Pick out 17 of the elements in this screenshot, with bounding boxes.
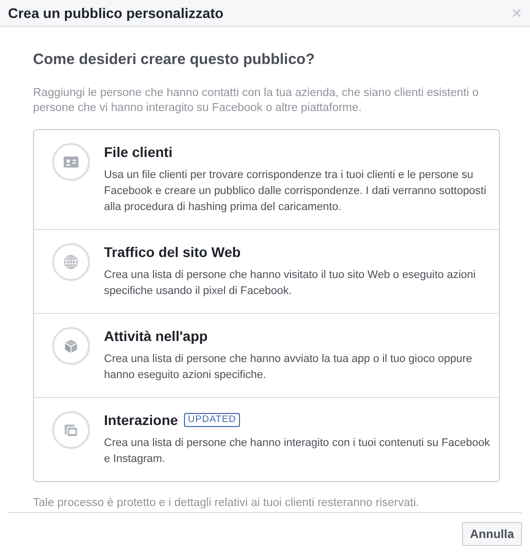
option-title: Interazione [104,410,178,430]
option-row[interactable]: Interazione UPDATED Crea una lista di persone che hanno interagito con i tuoi contenuti su Facebook e Instagram. [34,396,499,481]
option-title: Attività nell'app [104,326,208,346]
option-description: Crea una lista di persone che hanno avviato la tua app o il tuo gioco oppure hanno eseguito azioni specifiche. [104,352,474,383]
option-row[interactable]: Attività nell'app Crea una lista di persone che hanno avviato la tua app o il tuo gioco oppure hanno eseguito azioni specifiche. [34,312,499,397]
option-title: File clienti [104,142,172,162]
option-description: Crea una lista di persone che hanno visitato il tuo sito Web o eseguito azioni specifiche usando il pixel di Facebook. [104,268,477,299]
option-description: Usa un file clienti per trovare corrispondenze tra i tuoi clienti e le persone su Facebook e creare un pubblico dalle corrispondenze. I dati verranno sottoposti alla procedura di hashing prima del caricamento. [104,168,488,215]
updated-badge: UPDATED [184,413,240,428]
privacy-note: Tale processo è protetto e i dettagli relativi ai tuoi clienti resteranno riservati. [33,496,420,511]
cancel-button[interactable]: Annulla [462,522,522,546]
option-row[interactable]: Traffico del sito Web Crea una lista di persone che hanno visitato il tuo sito Web o eseguito azioni specifiche usando il pixel di Facebook. [34,228,499,313]
option-description: Crea una lista di persone che hanno interagito con i tuoi contenuti su Facebook e Instagram. [104,436,491,467]
option-title: Traffico del sito Web [104,242,241,262]
section-heading: Come desideri creare questo pubblico? [33,50,316,70]
dialog-title: Crea un pubblico personalizzato [8,4,224,23]
intro-text: Raggiungi le persone che hanno contatti con la tua azienda, che siano clienti esistenti o persone che vi hanno interagito su Facebook o altre piattaforme. [33,86,480,116]
